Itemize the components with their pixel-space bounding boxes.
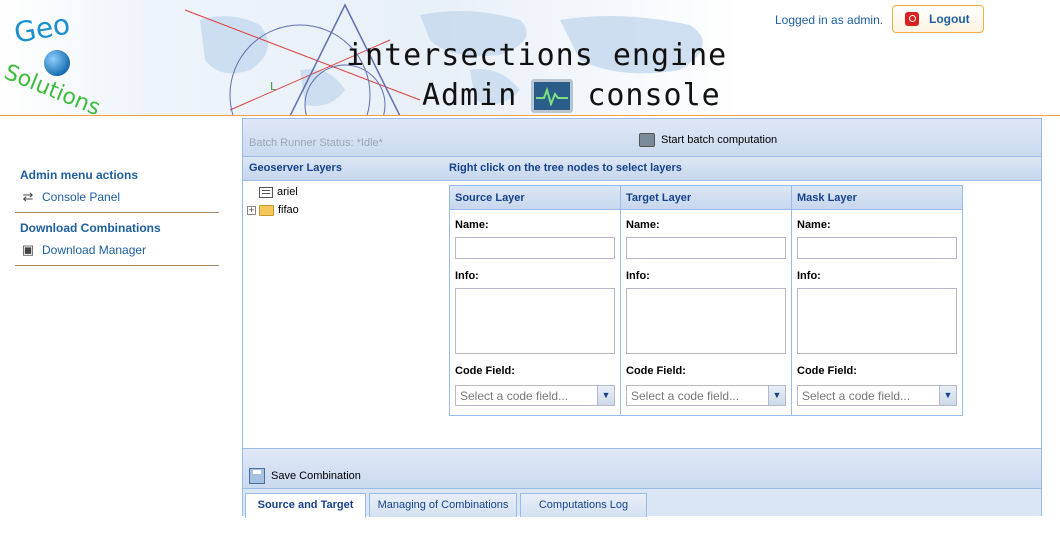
app-title-console: console	[587, 78, 721, 113]
save-combination-button[interactable]: Save Combination	[249, 468, 361, 484]
save-disk-icon	[249, 468, 265, 484]
target-code-field-select[interactable]: Select a code field... ▼	[626, 385, 786, 406]
sidebar-menu: Admin menu actions ⇄ Console Panel Downl…	[15, 168, 219, 274]
menu-divider	[15, 265, 219, 266]
logged-in-status: Logged in as admin.	[775, 13, 884, 27]
logo-globe-icon	[42, 48, 72, 78]
batch-run-icon	[639, 133, 655, 147]
code-field-placeholder: Select a code field...	[631, 389, 740, 403]
save-combination-label: Save Combination	[271, 470, 361, 482]
app-title-line2: Admin console	[422, 78, 721, 113]
source-layer-panel: Source Layer Name: Info: Code Field: Sel…	[449, 185, 621, 416]
geoserver-layers-title: Geoserver Layers	[249, 162, 342, 174]
layer-icon	[259, 186, 273, 198]
mask-name-input[interactable]	[797, 237, 957, 259]
menu-heading-admin: Admin menu actions	[20, 168, 139, 182]
main-panel: Batch Runner Status: *Idle* Start batch …	[242, 118, 1042, 518]
target-name-input[interactable]	[626, 237, 786, 259]
logout-button[interactable]: Logout	[892, 5, 984, 33]
app-header: L Geo Solutions intersections engine Adm…	[0, 0, 1060, 116]
code-field-label: Code Field:	[797, 365, 857, 377]
tab-source-and-target[interactable]: Source and Target	[245, 493, 366, 518]
logout-label: Logout	[929, 12, 970, 26]
info-label: Info:	[455, 270, 479, 282]
layers-header-bar: Geoserver Layers Right click on the tree…	[243, 157, 1041, 181]
tree-node-fifao[interactable]: + fifao	[247, 201, 447, 219]
expand-plus-icon[interactable]: +	[247, 205, 256, 215]
chevron-down-icon[interactable]: ▼	[768, 386, 785, 405]
power-icon	[905, 12, 919, 26]
folder-icon	[259, 204, 274, 216]
download-manager-icon: ▣	[21, 242, 35, 257]
name-label: Name:	[455, 219, 489, 231]
swap-arrows-icon: ⇄	[22, 189, 34, 204]
name-label: Name:	[797, 219, 831, 231]
app-title-line1: intersections engine	[346, 38, 728, 73]
menu-heading-download: Download Combinations	[20, 221, 161, 235]
source-info-textarea[interactable]	[455, 288, 615, 354]
source-name-input[interactable]	[455, 237, 615, 259]
tree-node-label: ariel	[277, 186, 298, 198]
batch-runner-status: Batch Runner Status: *Idle*	[249, 137, 383, 149]
tab-computations-log[interactable]: Computations Log	[520, 493, 647, 517]
layer-selection-grid: Source Layer Name: Info: Code Field: Sel…	[449, 185, 965, 416]
start-batch-button[interactable]: Start batch computation	[639, 133, 777, 147]
right-click-hint: Right click on the tree nodes to select …	[449, 162, 682, 174]
code-field-placeholder: Select a code field...	[460, 389, 569, 403]
code-field-placeholder: Select a code field...	[802, 389, 911, 403]
mask-layer-panel: Mask Layer Name: Info: Code Field: Selec…	[791, 185, 963, 416]
mask-code-field-select[interactable]: Select a code field... ▼	[797, 385, 957, 406]
batch-toolbar: Batch Runner Status: *Idle* Start batch …	[243, 119, 1041, 157]
app-title-admin: Admin	[422, 78, 518, 113]
code-field-label: Code Field:	[626, 365, 686, 377]
target-info-textarea[interactable]	[626, 288, 786, 354]
info-label: Info:	[797, 270, 821, 282]
panel-title: Source Layer	[450, 186, 620, 210]
source-code-field-select[interactable]: Select a code field... ▼	[455, 385, 615, 406]
start-batch-label: Start batch computation	[661, 134, 778, 146]
svg-text:L: L	[270, 80, 277, 93]
info-label: Info:	[626, 270, 650, 282]
menu-item-console-panel[interactable]: ⇄ Console Panel	[15, 189, 219, 205]
menu-item-download-manager[interactable]: ▣ Download Manager	[15, 242, 219, 258]
target-layer-panel: Target Layer Name: Info: Code Field: Sel…	[620, 185, 792, 416]
menu-divider	[15, 212, 219, 213]
tree-node-ariel[interactable]: ariel	[247, 183, 447, 201]
menu-item-label: Console Panel	[42, 190, 121, 204]
combination-toolbar: Save Combination	[243, 448, 1041, 488]
monitor-icon	[531, 78, 574, 113]
tab-strip: Source and Target Managing of Combinatio…	[243, 488, 1041, 518]
chevron-down-icon[interactable]: ▼	[597, 386, 614, 405]
menu-item-label: Download Manager	[42, 243, 147, 257]
code-field-label: Code Field:	[455, 365, 515, 377]
tab-managing-combinations[interactable]: Managing of Combinations	[369, 493, 517, 517]
panel-title: Target Layer	[621, 186, 791, 210]
tree-node-label: fifao	[278, 204, 299, 216]
chevron-down-icon[interactable]: ▼	[939, 386, 956, 405]
layer-tree: ariel + fifao	[247, 183, 447, 219]
mask-info-textarea[interactable]	[797, 288, 957, 354]
panel-title: Mask Layer	[792, 186, 962, 210]
name-label: Name:	[626, 219, 660, 231]
